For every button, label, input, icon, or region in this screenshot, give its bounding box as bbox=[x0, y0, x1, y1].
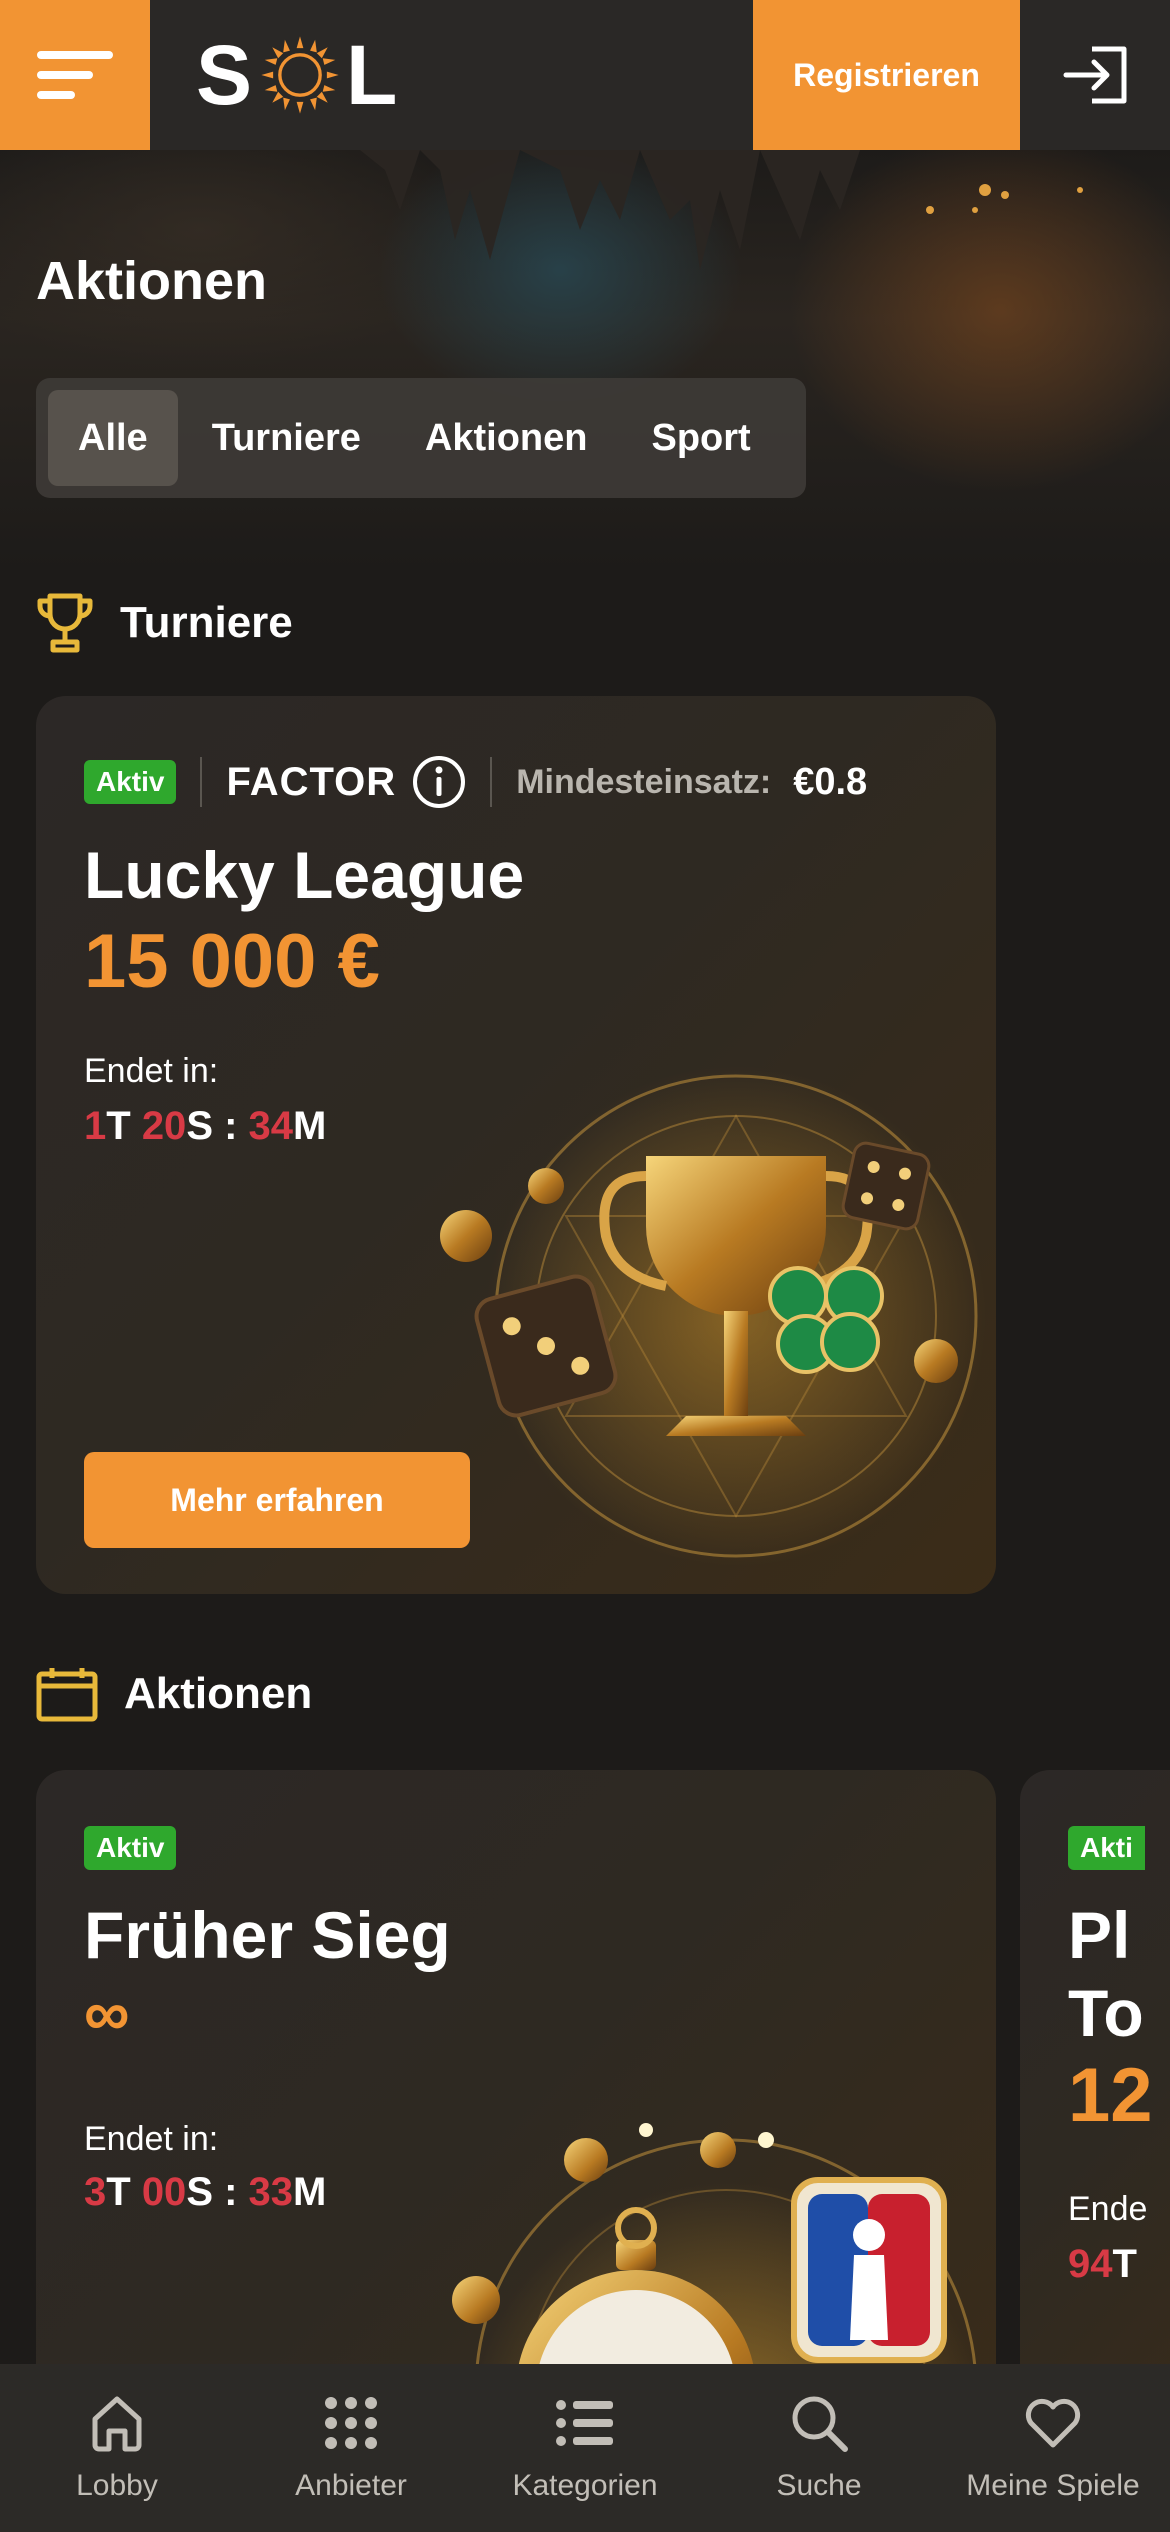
trophy-icon bbox=[37, 593, 93, 653]
countdown-timer: 1T 20S : 34M bbox=[84, 1104, 327, 1148]
section-title: Aktionen bbox=[124, 1669, 313, 1718]
brand-logo[interactable]: S L bbox=[196, 28, 399, 122]
countdown-timer: 94T bbox=[1068, 2242, 1137, 2286]
login-icon bbox=[1063, 46, 1127, 104]
nav-lobby[interactable]: Lobby bbox=[0, 2364, 234, 2532]
tournaments-heading: Turniere bbox=[36, 592, 293, 654]
tournament-card[interactable]: Aktiv FACTOR Mindesteinsatz: €0.8 Lucky … bbox=[36, 696, 996, 1594]
tab-aktionen[interactable]: Aktionen bbox=[395, 390, 618, 486]
list-icon bbox=[556, 2400, 613, 2446]
divider bbox=[200, 757, 203, 807]
tournament-meta: Aktiv FACTOR Mindesteinsatz: €0.8 bbox=[84, 752, 867, 812]
ends-label: Endet in: bbox=[84, 1052, 219, 1090]
section-title: Turniere bbox=[120, 598, 293, 647]
hamburger-icon bbox=[37, 51, 113, 99]
promotion-title-line1: Pl bbox=[1068, 1898, 1131, 1972]
ends-label: Endet in: bbox=[84, 2120, 219, 2158]
nav-kategorien[interactable]: Kategorien bbox=[468, 2364, 702, 2532]
register-button[interactable]: Registrieren bbox=[753, 0, 1020, 150]
tab-sport[interactable]: Sport bbox=[621, 390, 780, 486]
ends-label: Ende bbox=[1068, 2190, 1148, 2228]
status-badge: Akti bbox=[1068, 1826, 1145, 1870]
grid-icon bbox=[325, 2397, 377, 2449]
nav-anbieter[interactable]: Anbieter bbox=[234, 2364, 468, 2532]
min-bet-label: Mindesteinsatz: bbox=[516, 762, 772, 801]
home-icon bbox=[92, 2396, 142, 2452]
search-icon bbox=[792, 2396, 848, 2452]
trophy-illustration bbox=[440, 1066, 986, 1566]
menu-button[interactable] bbox=[0, 0, 150, 150]
countdown-timer: 3T 00S : 33M bbox=[84, 2170, 327, 2214]
tournament-title: Lucky League bbox=[84, 838, 525, 912]
nav-suche[interactable]: Suche bbox=[702, 2364, 936, 2532]
bottom-navigation: Lobby Anbieter Kategorien Suche Meine Sp… bbox=[0, 2364, 1170, 2532]
calendar-icon bbox=[36, 1668, 98, 1722]
tab-turniere[interactable]: Turniere bbox=[182, 390, 391, 486]
tournament-prize: 15 000 € bbox=[84, 919, 380, 1004]
top-header: S L Registrieren bbox=[0, 0, 1170, 150]
promotion-title-line2: To bbox=[1068, 1976, 1144, 2050]
provider-label: FACTOR bbox=[226, 759, 397, 804]
info-icon[interactable] bbox=[412, 755, 466, 809]
status-badge: Aktiv bbox=[84, 1826, 177, 1870]
heart-icon bbox=[1025, 2398, 1081, 2448]
min-bet-value: €0.8 bbox=[793, 760, 868, 803]
status-badge: Aktiv bbox=[84, 760, 177, 804]
login-button[interactable] bbox=[1020, 0, 1170, 150]
nav-meine-spiele[interactable]: Meine Spiele bbox=[936, 2364, 1170, 2532]
learn-more-button[interactable]: Mehr erfahren bbox=[84, 1452, 470, 1548]
promotion-prize: 12 bbox=[1068, 2053, 1153, 2138]
page-title: Aktionen bbox=[36, 251, 268, 311]
promotions-heading: Aktionen bbox=[36, 1666, 312, 1722]
promotion-prize: ∞ bbox=[84, 1977, 130, 2049]
sun-icon bbox=[261, 36, 339, 114]
logo-letter-l: L bbox=[346, 27, 400, 122]
divider bbox=[490, 757, 493, 807]
filter-tabs: Alle Turniere Aktionen Sport bbox=[36, 378, 806, 498]
logo-letter-s: S bbox=[196, 27, 255, 122]
tab-alle[interactable]: Alle bbox=[48, 390, 178, 486]
promotion-title: Früher Sieg bbox=[84, 1898, 451, 1972]
